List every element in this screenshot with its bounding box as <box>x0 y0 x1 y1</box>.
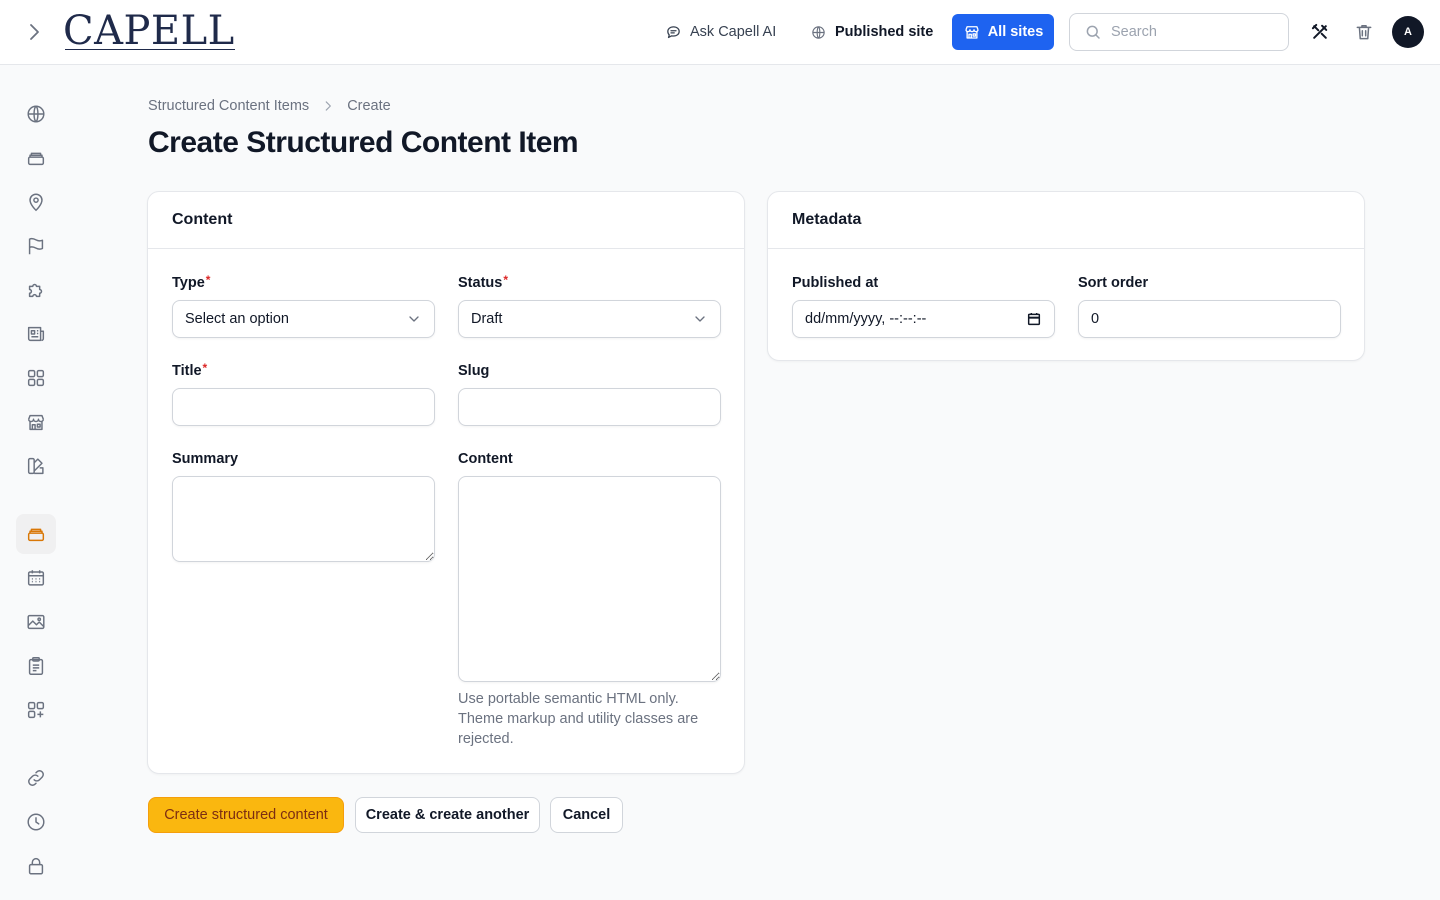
sidebar-item-forms[interactable] <box>16 646 56 686</box>
sidebar-item-themes[interactable] <box>16 446 56 486</box>
top-bar: CAPELL Ask Capell AI Published site All … <box>0 0 1440 65</box>
sidebar-item-history[interactable] <box>16 802 56 842</box>
user-avatar[interactable]: A <box>1392 16 1424 48</box>
breadcrumb: Structured Content Items Create <box>148 97 391 115</box>
status-label: Status * <box>458 273 508 293</box>
sidebar-item-grid[interactable] <box>16 358 56 398</box>
breadcrumb-current: Create <box>347 98 391 114</box>
ask-ai-label: Ask Capell AI <box>690 24 777 40</box>
map-pin-icon <box>29 193 43 212</box>
puzzle-icon <box>28 283 43 298</box>
content-card-heading: Content <box>148 192 744 249</box>
page-title: Create Structured Content Item <box>148 126 579 159</box>
flag-icon <box>28 237 44 255</box>
sort-order-input[interactable] <box>1078 300 1341 338</box>
globe-icon <box>27 105 45 123</box>
search-icon <box>1086 25 1100 39</box>
all-sites-button[interactable]: All sites <box>952 14 1054 50</box>
breadcrumb-parent[interactable]: Structured Content Items <box>148 98 309 114</box>
type-label: Type * <box>172 273 211 293</box>
summary-textarea[interactable] <box>172 476 435 562</box>
content-label-text: Content <box>458 451 513 467</box>
slug-label-text: Slug <box>458 363 490 379</box>
chevron-down-icon <box>695 316 705 322</box>
search-box[interactable] <box>1069 13 1289 51</box>
sidebar-item-calendar[interactable] <box>16 558 56 598</box>
sidebar-item-stack[interactable] <box>16 138 56 178</box>
newspaper-icon <box>27 326 45 342</box>
trash-icon[interactable] <box>1354 22 1374 42</box>
sidebar-item-plugins[interactable] <box>16 270 56 310</box>
required-marker: * <box>205 273 211 287</box>
storefront-icon <box>965 26 979 39</box>
sidebar-item-globe[interactable] <box>16 94 56 134</box>
published-at-label: Published at <box>792 275 878 293</box>
content-textarea[interactable] <box>458 476 721 682</box>
create-button[interactable]: Create structured content <box>148 797 344 833</box>
summary-label: Summary <box>172 451 238 469</box>
sidebar-item-extensions[interactable] <box>16 690 56 730</box>
sidebar-item-media[interactable] <box>16 602 56 642</box>
sidebar-item-structured-content[interactable] <box>16 514 56 554</box>
published-at-label-text: Published at <box>792 275 879 291</box>
type-select[interactable]: Select an option <box>172 300 435 338</box>
content-helper-text: Use portable semantic HTML only. Theme m… <box>458 691 699 747</box>
published-at-value: dd/mm/yyyy, --:--:-- <box>805 311 927 327</box>
status-select[interactable]: Draft <box>458 300 721 338</box>
sidebar-item-locations[interactable] <box>16 182 56 222</box>
content-label: Content <box>458 451 513 469</box>
title-label: Title * <box>172 361 208 381</box>
metadata-card-heading: Metadata <box>768 192 1364 249</box>
globe-icon <box>812 25 825 39</box>
sidebar-item-security[interactable] <box>16 846 56 886</box>
sidebar-item-flags[interactable] <box>16 226 56 266</box>
sidebar-item-sites[interactable] <box>16 402 56 442</box>
type-select-value: Select an option <box>185 311 289 327</box>
cancel-button[interactable]: Cancel <box>550 797 623 833</box>
stack-icon <box>27 152 45 166</box>
content-card: Content Type * Select an option Status * D… <box>147 191 745 774</box>
image-icon <box>27 614 45 630</box>
title-label-text: Title <box>172 363 202 379</box>
required-marker: * <box>202 361 208 375</box>
chevron-down-icon <box>409 316 419 322</box>
status-label-text: Status <box>458 275 503 291</box>
published-site-label: Published site <box>835 24 934 40</box>
storefront-icon <box>27 414 45 431</box>
chat-bubble-icon <box>667 25 680 38</box>
slug-label: Slug <box>458 363 489 381</box>
ask-ai-link[interactable]: Ask Capell AI <box>665 21 776 43</box>
logo[interactable]: CAPELL <box>63 8 235 54</box>
lock-icon <box>28 857 44 875</box>
clock-icon <box>27 813 45 831</box>
title-input[interactable] <box>172 388 435 426</box>
link-icon <box>28 770 44 786</box>
tools-icon[interactable] <box>1310 22 1330 42</box>
chevron-right-icon[interactable] <box>22 20 46 44</box>
clipboard-icon <box>28 657 44 675</box>
chevron-right-icon <box>325 101 332 111</box>
calendar-icon[interactable] <box>1026 311 1042 327</box>
metadata-card: Metadata Published at dd/mm/yyyy, --:--:… <box>767 191 1365 361</box>
sort-order-label-text: Sort order <box>1078 275 1149 291</box>
type-label-text: Type <box>172 275 205 291</box>
search-input[interactable] <box>1111 24 1271 40</box>
sort-order-label: Sort order <box>1078 275 1148 293</box>
status-select-value: Draft <box>471 311 503 327</box>
published-at-input[interactable]: dd/mm/yyyy, --:--:-- <box>792 300 1055 338</box>
calendar-icon <box>27 570 45 586</box>
swatch-icon <box>27 457 44 475</box>
summary-label-text: Summary <box>172 451 239 467</box>
grid-icon <box>27 369 45 387</box>
all-sites-label: All sites <box>987 24 1044 40</box>
stack-icon <box>27 528 45 542</box>
create-another-button[interactable]: Create & create another <box>355 797 540 833</box>
required-marker: * <box>503 273 508 287</box>
slug-input[interactable] <box>458 388 721 426</box>
sidebar-item-links[interactable] <box>16 758 56 798</box>
published-site-link[interactable]: Published site <box>810 21 933 43</box>
sidebar-item-news[interactable] <box>16 314 56 354</box>
grid-plus-icon <box>27 701 45 719</box>
